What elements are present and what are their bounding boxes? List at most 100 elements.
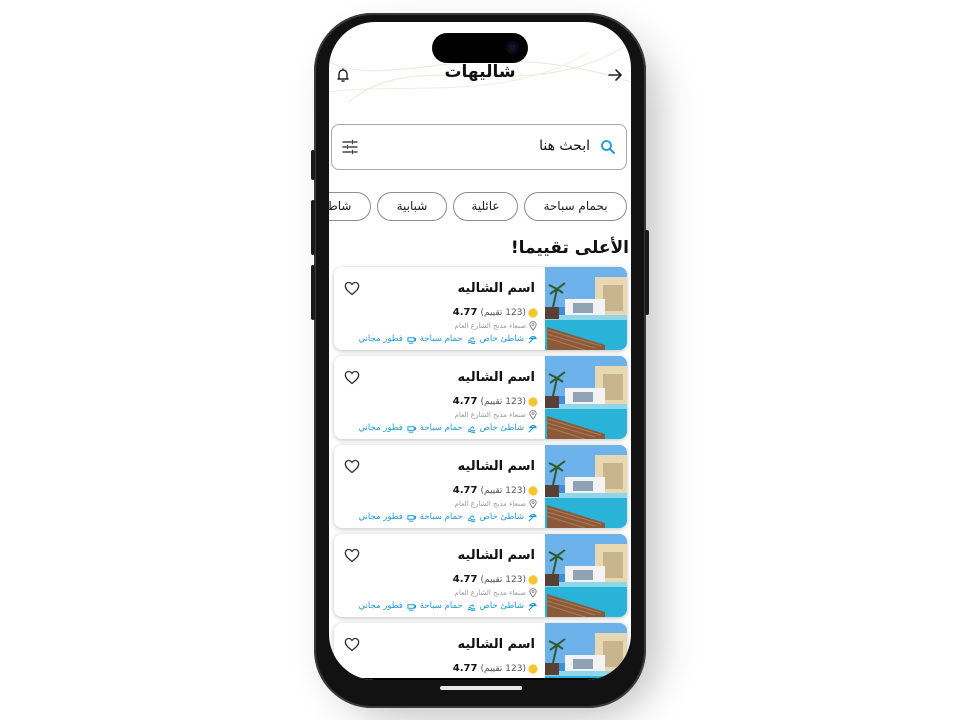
chalet-name: اسم الشاليه [457,637,535,652]
star-icon [529,397,537,406]
rating-row: (123 تقييم) 4.77 [453,396,537,407]
beach-umbrella-icon [528,424,537,433]
chalet-image [545,534,627,617]
location-pin-icon [529,321,537,331]
rating-row: (123 تقييم) 4.77 [453,485,537,496]
star-icon [529,486,537,495]
rating-score: 4.77 [452,396,478,407]
review-count: (123 تقييم) [480,307,526,318]
rating-row: (123 تقييم) 4.77 [453,663,537,674]
heart-icon[interactable] [344,459,360,474]
chalet-card[interactable]: اسم الشاليه (123 تقييم) 4.77 صنعاء مذبح … [334,267,627,350]
chalet-image [545,267,627,350]
amenities-row: شاطئ خاص حمام سباحة فطور مجاني [358,423,537,433]
chalet-image [545,356,627,439]
mute-switch [311,150,315,180]
chip-pool[interactable]: بحمام سباحة [524,192,627,221]
chip-youth[interactable]: شبابية [377,192,447,221]
section-title: الأعلى تقييما! [510,238,629,258]
star-icon [529,664,537,673]
review-count: (123 تقييم) [480,663,526,674]
location-pin-icon [529,588,537,598]
review-count: (123 تقييم) [480,485,526,496]
breakfast-icon [407,335,416,344]
search-icon [601,140,615,154]
star-icon [529,575,537,584]
location-pin-icon [529,499,537,509]
bell-icon[interactable] [335,67,351,83]
heart-icon[interactable] [344,370,360,385]
amenity-private-beach: شاطئ خاص [479,601,524,611]
amenity-pool: حمام سباحة [419,334,463,344]
review-count: (123 تقييم) [480,574,526,585]
amenity-pool: حمام سباحة [419,512,463,522]
amenities-row: شاطئ خاص حمام سباحة فطور مجاني [358,334,537,344]
heart-icon[interactable] [344,637,360,652]
rating-score: 4.77 [452,307,478,318]
screen-bottom-edge [329,678,631,680]
review-count: (123 تقييم) [480,396,526,407]
chalet-image [545,445,627,528]
sliders-icon[interactable] [342,139,358,155]
chalet-name: اسم الشاليه [457,548,535,563]
app-screen: شاليهات ابحث هنا بحمام سباحة عائلية شباب… [329,22,631,680]
rating-row: (123 تقييم) 4.77 [453,307,537,318]
amenity-pool: حمام سباحة [419,423,463,433]
search-bar[interactable]: ابحث هنا [331,124,627,170]
location-row: صنعاء مذبح الشارع العام [455,410,537,420]
location-text: صنعاء مذبح الشارع العام [454,322,526,330]
beach-umbrella-icon [528,513,537,522]
chalet-name: اسم الشاليه [457,281,535,296]
swimming-icon [467,335,476,344]
volume-down-button [311,265,315,320]
beach-umbrella-icon [528,602,537,611]
breakfast-icon [407,513,416,522]
breakfast-icon [407,602,416,611]
amenities-row: شاطئ خاص حمام سباحة فطور مجاني [358,512,537,522]
beach-umbrella-icon [528,335,537,344]
amenity-breakfast: فطور مجاني [358,601,403,611]
chip-beach[interactable]: شاط [329,192,371,221]
amenity-breakfast: فطور مجاني [358,334,403,344]
location-row: صنعاء مذبح الشارع العام [455,499,537,509]
location-row: صنعاء مذبح الشارع العام [455,588,537,598]
camera-icon [506,41,519,54]
volume-up-button [311,200,315,255]
power-button [645,230,649,315]
star-icon [529,308,537,317]
chalet-name: اسم الشاليه [457,370,535,385]
amenity-breakfast: فطور مجاني [358,423,403,433]
chalet-card[interactable]: اسم الشاليه (123 تقييم) 4.77 [334,623,627,680]
rating-score: 4.77 [452,663,478,674]
location-pin-icon [529,410,537,420]
location-row: صنعاء مذبح الشارع العام [455,321,537,331]
amenity-pool: حمام سباحة [419,601,463,611]
search-input[interactable]: ابحث هنا [539,138,590,154]
chip-family[interactable]: عائلية [453,192,518,221]
heart-icon[interactable] [344,281,360,296]
amenity-breakfast: فطور مجاني [358,512,403,522]
amenity-private-beach: شاطئ خاص [479,334,524,344]
swimming-icon [467,424,476,433]
dynamic-island [432,33,528,63]
location-text: صنعاء مذبح الشارع العام [454,589,526,597]
chalet-card[interactable]: اسم الشاليه (123 تقييم) 4.77 صنعاء مذبح … [334,534,627,617]
breakfast-icon [407,424,416,433]
page-title: شاليهات [444,62,516,82]
location-text: صنعاء مذبح الشارع العام [454,411,526,419]
chalet-card[interactable]: اسم الشاليه (123 تقييم) 4.77 صنعاء مذبح … [334,445,627,528]
chalet-name: اسم الشاليه [457,459,535,474]
location-text: صنعاء مذبح الشارع العام [454,500,526,508]
rating-score: 4.77 [452,574,478,585]
swimming-icon [467,602,476,611]
heart-icon[interactable] [344,548,360,563]
home-indicator[interactable] [440,686,522,690]
chalet-image [545,623,627,680]
swimming-icon [467,513,476,522]
amenity-private-beach: شاطئ خاص [479,423,524,433]
amenities-row: شاطئ خاص حمام سباحة فطور مجاني [358,601,537,611]
amenity-private-beach: شاطئ خاص [479,512,524,522]
chalet-card[interactable]: اسم الشاليه (123 تقييم) 4.77 صنعاء مذبح … [334,356,627,439]
rating-score: 4.77 [452,485,478,496]
rating-row: (123 تقييم) 4.77 [453,574,537,585]
